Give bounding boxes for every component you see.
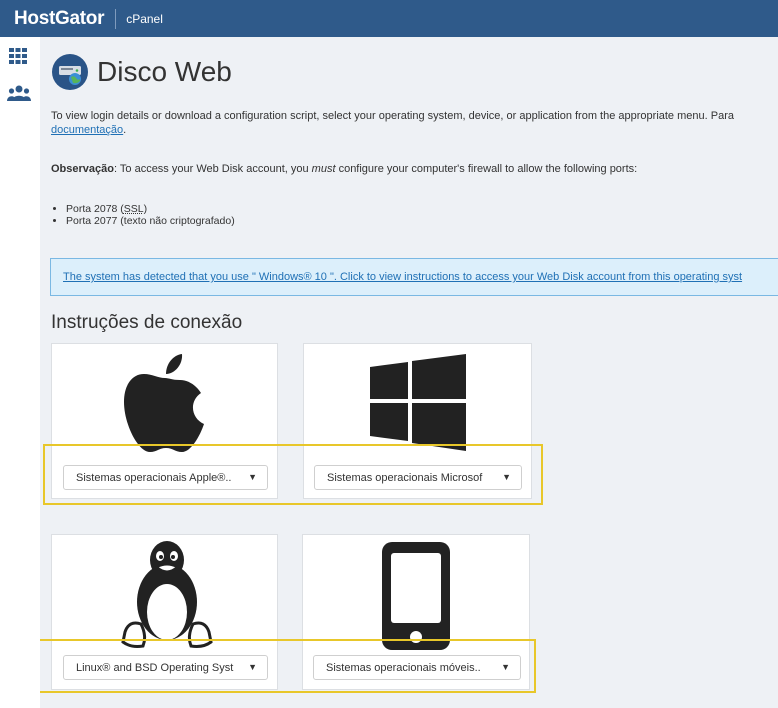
linux-icon <box>121 541 213 648</box>
brand-divider <box>115 8 117 29</box>
apple-icon <box>124 354 204 452</box>
ssl-abbr: SSL <box>123 203 144 215</box>
connection-instructions-heading: Instruções de conexão <box>51 312 243 333</box>
os-instructions-link[interactable]: The system has detected that you use " W… <box>63 271 742 283</box>
product-name: cPanel <box>126 11 163 26</box>
intro-text: To view login details or download a conf… <box>51 109 778 137</box>
ports-list: Porta 2078 (SSL) Porta 2077 (texto não c… <box>66 203 235 227</box>
mobile-icon <box>382 542 450 650</box>
page-title: Disco Web <box>97 56 232 87</box>
port-text: Porta 2078 ( <box>66 203 124 215</box>
os-detected-alert: The system has detected that you use " W… <box>50 258 778 296</box>
port-item-ssl: Porta 2078 (SSL) <box>66 203 235 215</box>
main-content: Disco Web To view login details or downl… <box>40 37 778 708</box>
intro-period: . <box>123 124 127 136</box>
brand-logo[interactable]: HostGator <box>14 8 105 30</box>
intro-line: To view login details or download a conf… <box>51 110 734 122</box>
windows-icon <box>370 354 466 451</box>
note-text-end: configure your computer's firewall to al… <box>335 163 638 175</box>
web-disk-icon <box>52 54 88 90</box>
note-text: : To access your Web Disk account, you <box>113 163 312 175</box>
note-emphasis: must <box>311 163 336 175</box>
top-bar: HostGator cPanel <box>0 0 778 37</box>
highlight-box <box>43 444 543 505</box>
page-header: Disco Web <box>51 53 232 91</box>
note-label: Observação <box>51 163 114 175</box>
users-icon[interactable] <box>7 85 31 101</box>
port-text: Porta 2077 (texto não criptografado) <box>66 215 235 227</box>
highlight-box <box>40 639 536 693</box>
sidebar <box>0 37 40 708</box>
port-item-plain: Porta 2077 (texto não criptografado) <box>66 215 235 227</box>
port-text-end: ) <box>143 203 148 215</box>
documentation-link[interactable]: documentação <box>51 124 123 136</box>
firewall-note: Observação: To access your Web Disk acco… <box>51 163 637 175</box>
grid-icon[interactable] <box>9 48 27 64</box>
